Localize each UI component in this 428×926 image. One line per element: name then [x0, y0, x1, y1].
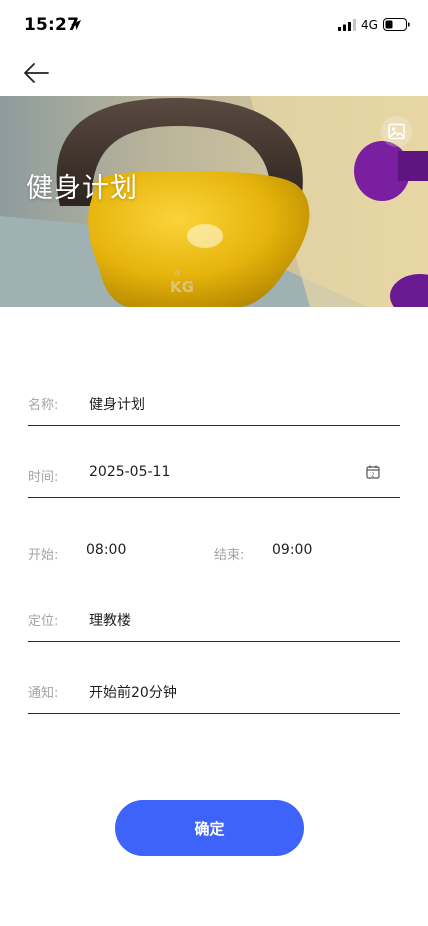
notify-label: 通知: — [28, 686, 59, 701]
hero-title: 健身计划 — [26, 173, 138, 204]
back-arrow-icon[interactable] — [22, 60, 50, 86]
svg-text:2: 2 — [371, 473, 375, 479]
confirm-button[interactable]: 确定 — [115, 800, 304, 856]
name-value[interactable]: 健身计划 — [89, 394, 145, 414]
event-edit-screen: 15:27 4G KG 4 健身计划 名称: 健身计划 时间: 2025-05-… — [0, 0, 428, 926]
location-field[interactable]: 定位: 理教楼 — [28, 601, 400, 642]
cellular-signal-icon — [338, 19, 356, 31]
battery-icon — [383, 18, 410, 31]
date-value[interactable]: 2025-05-11 — [89, 464, 170, 480]
end-label: 结束: — [214, 548, 245, 563]
calendar-icon[interactable]: 2 — [366, 465, 380, 479]
hero-banner: KG 4 健身计划 — [0, 96, 428, 307]
change-image-button[interactable] — [381, 116, 412, 147]
location-value[interactable]: 理教楼 — [89, 610, 131, 630]
location-arrow-icon — [71, 20, 81, 30]
svg-text:KG: KG — [170, 278, 194, 296]
image-icon — [388, 123, 405, 140]
start-label: 开始: — [28, 548, 59, 563]
svg-text:4: 4 — [174, 268, 180, 279]
end-time-value[interactable]: 09:00 — [272, 542, 312, 558]
time-range-row: 开始: 08:00 结束: 09:00 — [28, 535, 400, 575]
name-field[interactable]: 名称: 健身计划 — [28, 385, 400, 426]
start-time-value[interactable]: 08:00 — [86, 542, 126, 558]
notify-field[interactable]: 通知: 开始前20分钟 — [28, 673, 400, 714]
date-field[interactable]: 时间: 2025-05-11 2 — [28, 457, 400, 498]
name-label: 名称: — [28, 398, 59, 413]
date-label: 时间: — [28, 470, 59, 485]
notify-value[interactable]: 开始前20分钟 — [89, 682, 177, 702]
status-bar: 15:27 4G — [0, 0, 428, 50]
network-type: 4G — [361, 18, 378, 32]
location-label: 定位: — [28, 614, 59, 629]
